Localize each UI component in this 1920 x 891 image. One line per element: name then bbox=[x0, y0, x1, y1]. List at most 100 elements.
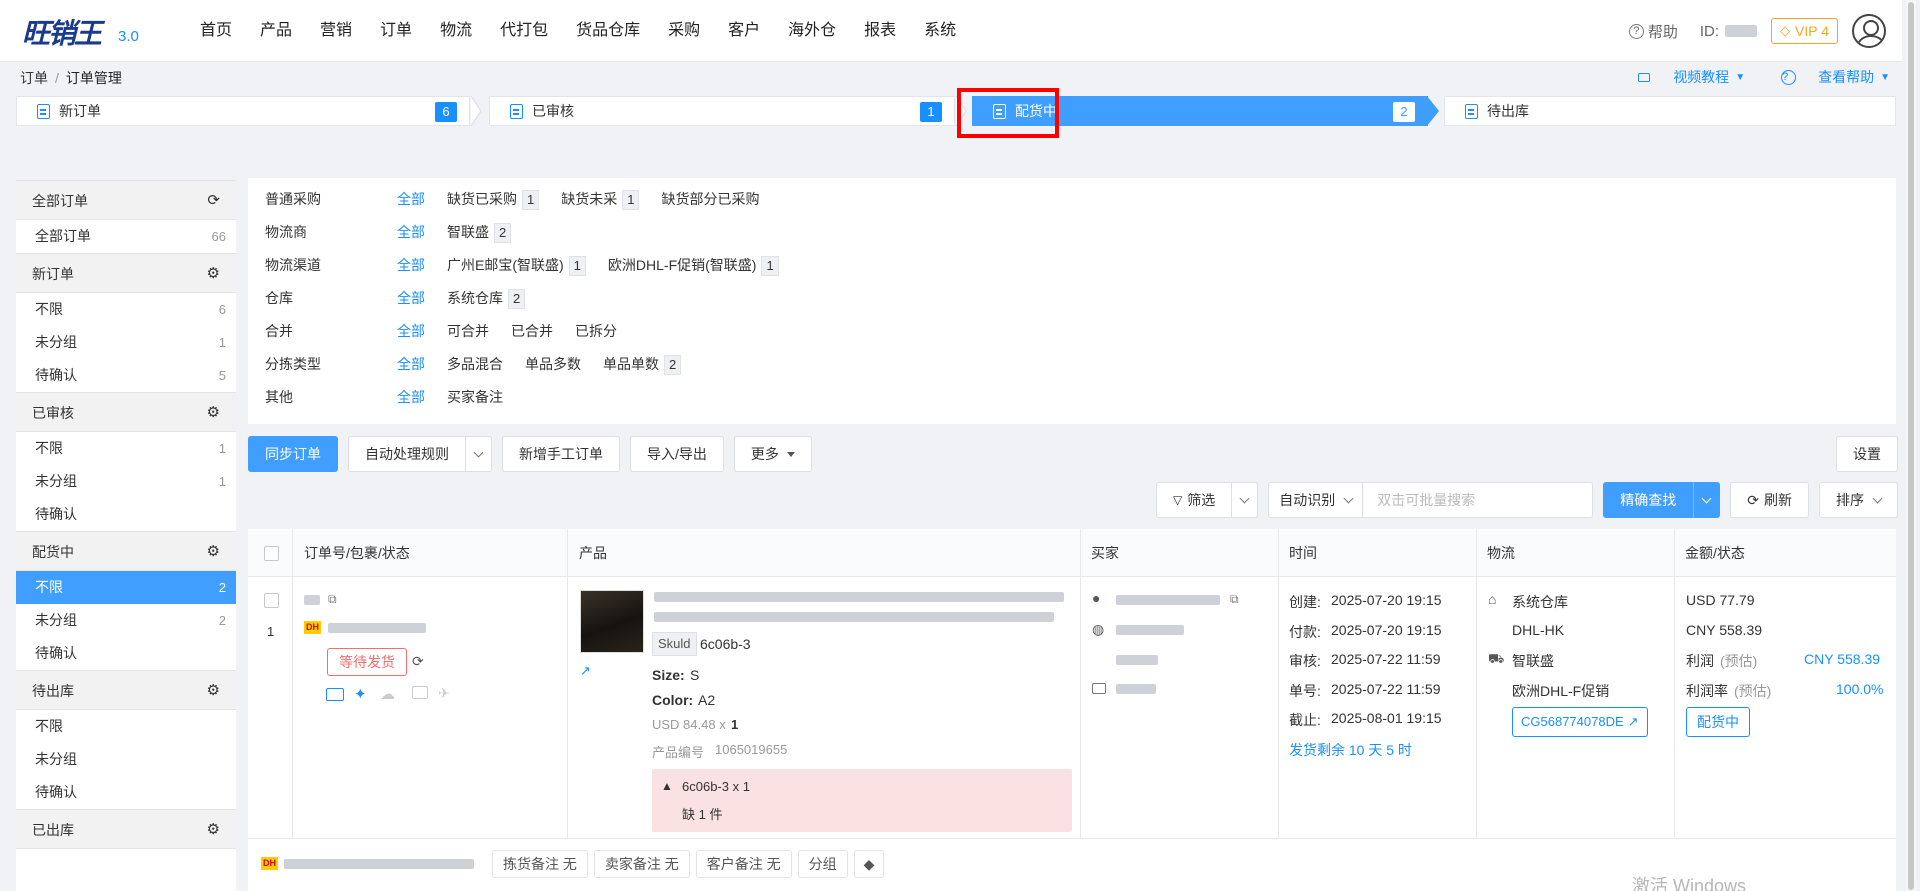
sidebar-item-audited-pending[interactable]: 待确认 bbox=[16, 498, 236, 531]
nav-home[interactable]: 首页 bbox=[186, 0, 246, 62]
sidebar-item-outbound-pending[interactable]: 待确认 bbox=[16, 776, 236, 809]
product-title-blurred[interactable] bbox=[654, 612, 1054, 622]
auto-rules-button[interactable]: 自动处理规则 bbox=[348, 436, 466, 472]
import-export-button[interactable]: 导入/导出 bbox=[630, 436, 724, 472]
filter-all-option[interactable]: 全部 bbox=[397, 315, 447, 348]
search-input[interactable]: 双击可批量搜索 bbox=[1363, 482, 1594, 518]
filter-all-option[interactable]: 全部 bbox=[397, 216, 447, 249]
app-logo[interactable]: 旺销王 3.0 bbox=[22, 10, 152, 50]
filter-option[interactable]: 欧洲DHL-F促销(智联盛) 1 bbox=[608, 249, 779, 282]
sidebar-item-audited-ungrouped[interactable]: 未分组 1 bbox=[16, 465, 236, 498]
sidebar-section-pending-outbound[interactable]: 待出库 ⚙ bbox=[16, 670, 236, 710]
copy-icon[interactable]: ⧉ bbox=[328, 592, 337, 607]
filter-all-option[interactable]: 全部 bbox=[397, 348, 447, 381]
product-title-blurred[interactable] bbox=[654, 592, 1064, 602]
row-checkbox[interactable] bbox=[264, 593, 279, 608]
filter-option[interactable]: 可合并 bbox=[447, 315, 489, 348]
page-scrollbar[interactable] bbox=[1906, 0, 1916, 891]
product-thumbnail[interactable] bbox=[580, 590, 644, 653]
filter-option[interactable]: 广州E邮宝(智联盛) 1 bbox=[447, 249, 586, 282]
gear-icon[interactable]: ⚙ bbox=[207, 810, 220, 850]
sidebar-item-outbound-any[interactable]: 不限 bbox=[16, 710, 236, 743]
gift-icon[interactable]: ✦ bbox=[354, 685, 367, 703]
gear-icon[interactable]: ⚙ bbox=[207, 254, 220, 294]
nav-products[interactable]: 产品 bbox=[246, 0, 306, 62]
nav-overseas[interactable]: 海外仓 bbox=[774, 0, 850, 62]
nav-orders[interactable]: 订单 bbox=[366, 0, 426, 62]
sidebar-section-new[interactable]: 新订单 ⚙ bbox=[16, 253, 236, 293]
refresh-icon[interactable]: ⟳ bbox=[412, 653, 424, 670]
order-status-button[interactable]: 配货中 bbox=[1686, 707, 1750, 737]
sync-orders-button[interactable]: 同步订单 bbox=[248, 436, 338, 472]
external-link-icon[interactable]: ↗ bbox=[580, 663, 591, 679]
sidebar-item-audited-any[interactable]: 不限 1 bbox=[16, 432, 236, 465]
filter-option[interactable]: 缺货未采 1 bbox=[561, 183, 640, 216]
nav-logistics[interactable]: 物流 bbox=[426, 0, 486, 62]
filter-all-option[interactable]: 全部 bbox=[397, 249, 447, 282]
picking-remark-tag[interactable]: 拣货备注 无 bbox=[492, 850, 588, 878]
awaiting-shipment-button[interactable]: 等待发货 bbox=[327, 648, 407, 676]
sidebar-item-allocating-pending[interactable]: 待确认 bbox=[16, 637, 236, 670]
help-link[interactable]: ? 帮助 bbox=[1628, 21, 1678, 42]
refresh-button[interactable]: ⟳ 刷新 bbox=[1730, 482, 1809, 518]
sidebar-item-new-any[interactable]: 不限 6 bbox=[16, 293, 236, 326]
seller-remark-tag[interactable]: 卖家备注 无 bbox=[593, 850, 690, 878]
nav-customers[interactable]: 客户 bbox=[714, 0, 774, 62]
vip-badge[interactable]: ◇ VIP 4 bbox=[1771, 18, 1838, 44]
precise-search-button[interactable]: 精确查找 bbox=[1603, 482, 1694, 518]
sidebar-item-allocating-ungrouped[interactable]: 未分组 2 bbox=[16, 604, 236, 637]
sidebar-item-all-orders[interactable]: 全部订单 66 bbox=[16, 220, 236, 253]
nav-purchase[interactable]: 采购 bbox=[654, 0, 714, 62]
sidebar-section-shipped[interactable]: 已出库 ⚙ bbox=[16, 809, 236, 849]
step-new-orders[interactable]: 新订单 6 bbox=[16, 96, 470, 126]
filter-option[interactable]: 系统仓库 2 bbox=[447, 282, 526, 315]
cloud-icon[interactable]: ☁ bbox=[380, 685, 395, 703]
breadcrumb-orders[interactable]: 订单 bbox=[20, 70, 48, 86]
sidebar-section-allocating[interactable]: 配货中 ⚙ bbox=[16, 531, 236, 571]
step-audited[interactable]: 已审核 1 bbox=[489, 96, 955, 126]
select-all-checkbox[interactable] bbox=[264, 546, 279, 561]
customer-remark-tag[interactable]: 客户备注 无 bbox=[695, 850, 792, 878]
user-avatar-icon[interactable] bbox=[1852, 14, 1886, 48]
sidebar-section-audited[interactable]: 已审核 ⚙ bbox=[16, 392, 236, 432]
filter-option[interactable]: 已合并 bbox=[511, 315, 553, 348]
more-button[interactable]: 更多 bbox=[733, 436, 812, 472]
filter-option[interactable]: 单品多数 bbox=[525, 348, 581, 381]
sidebar-item-new-pending[interactable]: 待确认 5 bbox=[16, 359, 236, 392]
gear-icon[interactable]: ⚙ bbox=[207, 671, 220, 711]
nav-warehouse[interactable]: 货品仓库 bbox=[562, 0, 654, 62]
sidebar-item-new-ungrouped[interactable]: 未分组 1 bbox=[16, 326, 236, 359]
filter-option[interactable]: 智联盛 2 bbox=[447, 216, 512, 249]
filter-all-option[interactable]: 全部 bbox=[397, 183, 447, 216]
filter-option[interactable]: 买家备注 bbox=[447, 381, 503, 414]
plane-icon[interactable]: ✈ bbox=[438, 685, 450, 702]
filter-option[interactable]: 缺货已采购 1 bbox=[447, 183, 540, 216]
filter-option[interactable]: 单品单数 2 bbox=[603, 348, 682, 381]
filter-button[interactable]: ▽ 筛选 bbox=[1156, 482, 1233, 518]
nav-system[interactable]: 系统 bbox=[910, 0, 970, 62]
auto-detect-select[interactable]: 自动识别 bbox=[1268, 482, 1364, 518]
sort-button[interactable]: 排序 bbox=[1819, 482, 1898, 518]
printer-icon[interactable] bbox=[412, 686, 428, 699]
video-tutorial-link[interactable]: 视频教程 ▼ bbox=[1620, 67, 1745, 87]
gear-icon[interactable]: ⚙ bbox=[207, 393, 220, 433]
copy-icon[interactable]: ⧉ bbox=[1230, 592, 1239, 607]
tag-icon[interactable]: ◆ bbox=[853, 850, 885, 878]
settings-button[interactable]: 设置 bbox=[1836, 436, 1898, 472]
sidebar-item-outbound-ungrouped[interactable]: 未分组 bbox=[16, 743, 236, 776]
gear-icon[interactable]: ⚙ bbox=[207, 532, 220, 572]
sidebar-section-all[interactable]: 全部订单 ⟳ bbox=[16, 180, 236, 220]
filter-dropdown[interactable] bbox=[1232, 482, 1259, 518]
group-tag[interactable]: 分组 bbox=[797, 850, 848, 878]
money-icon[interactable] bbox=[326, 688, 344, 701]
filter-option[interactable]: 已拆分 bbox=[575, 315, 617, 348]
auto-rules-dropdown[interactable] bbox=[466, 436, 492, 472]
view-help-link[interactable]: ? 查看帮助 ▼ bbox=[1763, 67, 1890, 87]
buyer-name-blurred[interactable] bbox=[1116, 595, 1220, 605]
precise-search-dropdown[interactable] bbox=[1693, 482, 1721, 518]
filter-option[interactable]: 缺货部分已采购 bbox=[661, 183, 759, 216]
new-manual-order-button[interactable]: 新增手工订单 bbox=[502, 436, 620, 472]
tracking-number-button[interactable]: CG568774078DE ↗ bbox=[1512, 707, 1648, 737]
sidebar-item-allocating-any[interactable]: 不限 2 bbox=[16, 571, 236, 604]
nav-reports[interactable]: 报表 bbox=[850, 0, 910, 62]
